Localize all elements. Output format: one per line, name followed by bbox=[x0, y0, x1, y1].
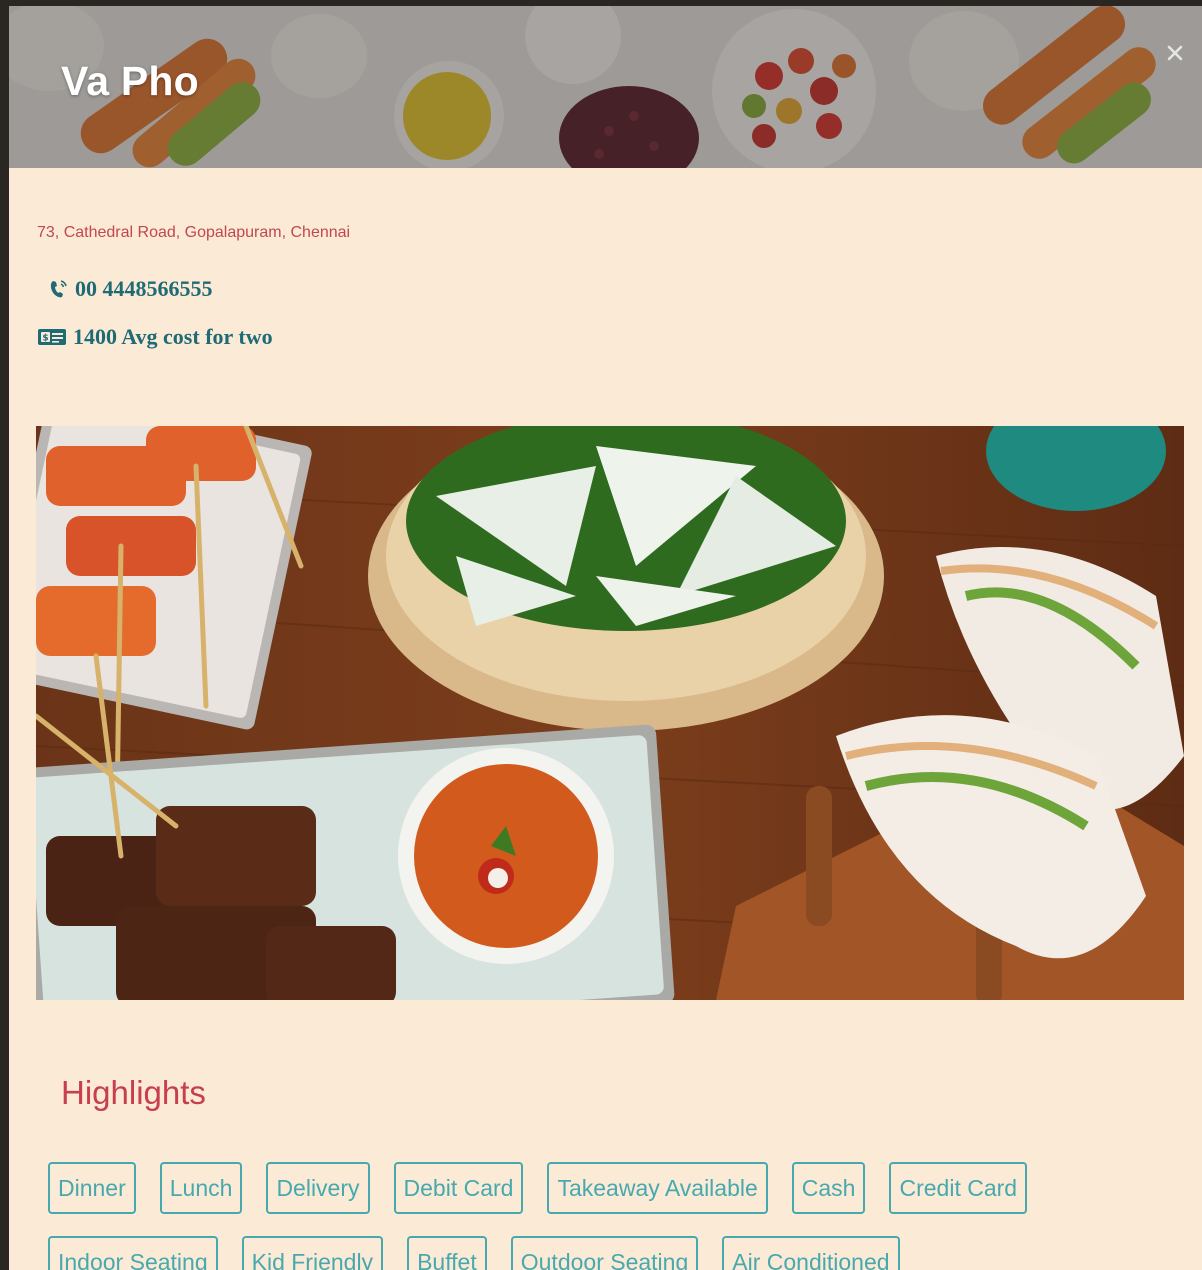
phone-icon bbox=[47, 278, 69, 300]
tag-delivery[interactable]: Delivery bbox=[266, 1162, 370, 1214]
restaurant-address: 73, Cathedral Road, Gopalapuram, Chennai bbox=[37, 224, 351, 241]
tag-dinner[interactable]: Dinner bbox=[48, 1162, 136, 1214]
phone-number: 00 4448566555 bbox=[75, 276, 213, 301]
tag-debit-card[interactable]: Debit Card bbox=[393, 1162, 524, 1214]
tag-buffet[interactable]: Buffet bbox=[407, 1236, 487, 1270]
tag-air-conditioned[interactable]: Air Conditioned bbox=[722, 1236, 900, 1270]
tag-cash[interactable]: Cash bbox=[791, 1162, 866, 1214]
highlights-title: Highlights bbox=[61, 1074, 206, 1111]
cost-line: $ 1400 Avg cost for two bbox=[37, 324, 273, 350]
close-icon[interactable] bbox=[1162, 40, 1188, 66]
highlights-tags: Dinner Lunch Delivery Debit Card Takeawa… bbox=[48, 1162, 1148, 1270]
tag-outdoor-seating[interactable]: Outdoor Seating bbox=[510, 1236, 699, 1270]
tag-indoor-seating[interactable]: Indoor Seating bbox=[48, 1236, 218, 1270]
svg-text:$: $ bbox=[42, 334, 48, 344]
cost-text: 1400 Avg cost for two bbox=[73, 324, 273, 349]
restaurant-name: Va Pho bbox=[61, 58, 199, 104]
money-icon: $ bbox=[37, 327, 67, 347]
tag-kid-friendly[interactable]: Kid Friendly bbox=[241, 1236, 384, 1270]
restaurant-photo bbox=[36, 426, 1184, 1000]
phone-line: 00 4448566555 bbox=[47, 276, 213, 302]
tags-row-1: Dinner Lunch Delivery Debit Card Takeawa… bbox=[48, 1162, 1148, 1214]
modal-header: Va Pho bbox=[9, 6, 1202, 168]
tags-row-2: Indoor Seating Kid Friendly Buffet Outdo… bbox=[48, 1236, 1148, 1270]
tag-credit-card[interactable]: Credit Card bbox=[889, 1162, 1028, 1214]
restaurant-modal: Va Pho 73, Cathedral Road, Gopalapuram, … bbox=[9, 6, 1202, 1270]
tag-takeaway-available[interactable]: Takeaway Available bbox=[547, 1162, 768, 1214]
tag-lunch[interactable]: Lunch bbox=[159, 1162, 243, 1214]
